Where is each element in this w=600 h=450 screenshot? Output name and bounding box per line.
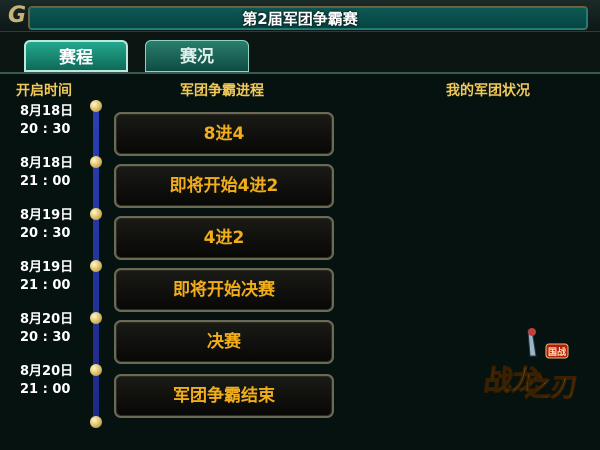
stage-button[interactable]: 4进2 — [114, 216, 334, 260]
schedule-time: 20 : 30 — [20, 330, 71, 345]
schedule-date: 8月19日 — [20, 260, 74, 275]
timeline-dot-icon — [90, 208, 102, 220]
schedule-time: 21 : 00 — [20, 278, 71, 293]
logo-text-bottom: 之刃 — [523, 372, 579, 403]
schedule-date: 8月20日 — [20, 312, 74, 327]
column-header-progress: 军团争霸进程 — [180, 83, 264, 99]
stage-button[interactable]: 决赛 — [114, 320, 334, 364]
timeline-dot-icon — [90, 364, 102, 376]
timeline-dot-icon — [90, 312, 102, 324]
timeline-dot-icon — [90, 156, 102, 168]
timeline-dot-icon — [90, 260, 102, 272]
stage-button[interactable]: 8进4 — [114, 112, 334, 156]
schedule-time: 20 : 30 — [20, 122, 71, 137]
timeline-dot-icon — [90, 100, 102, 112]
stage-button[interactable]: 军团争霸结束 — [114, 374, 334, 418]
schedule-date: 8月20日 — [20, 364, 74, 379]
schedule-time: 21 : 00 — [20, 382, 71, 397]
tab-match-status[interactable]: 赛况 — [145, 40, 249, 72]
tab-schedule[interactable]: 赛程 — [24, 40, 128, 72]
logo-badge: 国战 — [548, 346, 566, 358]
schedule-date: 8月18日 — [20, 156, 74, 171]
page-title: 第2届军团争霸赛 — [242, 10, 358, 28]
schedule-time: 21 : 00 — [20, 174, 71, 189]
stage-button[interactable]: 即将开始4进2 — [114, 164, 334, 208]
schedule-time: 20 : 30 — [20, 226, 71, 241]
schedule-date: 8月18日 — [20, 104, 74, 119]
stage-button[interactable]: 即将开始决赛 — [114, 268, 334, 312]
timeline-dot-icon — [90, 416, 102, 428]
schedule-date: 8月19日 — [20, 208, 74, 223]
game-logo: 国战 战龙 之刃 — [484, 328, 580, 403]
column-header-status: 我的军团状况 — [446, 83, 530, 99]
column-header-time: 开启时间 — [16, 83, 72, 99]
